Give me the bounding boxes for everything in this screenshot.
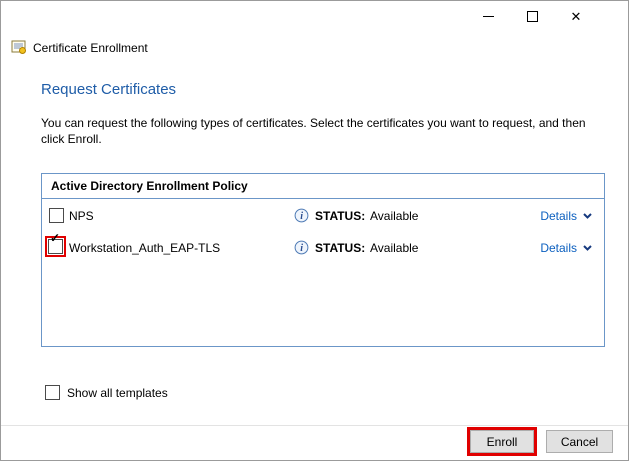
template-name: Workstation_Auth_EAP-TLS xyxy=(69,241,220,255)
annotation-highlight-checkbox xyxy=(45,236,66,257)
enroll-button[interactable]: Enroll xyxy=(470,430,534,453)
details-link[interactable]: Details xyxy=(540,241,592,255)
page-title: Request Certificates xyxy=(41,81,176,98)
certificate-enrollment-window: ✕ Certificate Enrollment Request Certifi… xyxy=(0,0,629,461)
status-label: STATUS: xyxy=(315,241,365,255)
cancel-button[interactable]: Cancel xyxy=(546,430,613,453)
chevron-down-icon xyxy=(583,213,592,219)
certificate-icon xyxy=(11,39,27,55)
close-icon: ✕ xyxy=(571,10,582,23)
status-label: STATUS: xyxy=(315,209,365,223)
template-row-nps[interactable]: NPS i STATUS: Available Details xyxy=(42,204,604,228)
enrollment-policy-panel: Active Directory Enrollment Policy NPS i… xyxy=(41,173,605,347)
details-link[interactable]: Details xyxy=(540,209,592,223)
template-row-workstation-auth[interactable]: Workstation_Auth_EAP-TLS i STATUS: Avail… xyxy=(42,236,604,260)
maximize-button[interactable] xyxy=(517,3,547,29)
minimize-button[interactable] xyxy=(473,3,503,29)
page-description: You can request the following types of c… xyxy=(41,115,601,147)
details-label: Details xyxy=(540,241,577,255)
show-all-templates-row: Show all templates xyxy=(45,385,168,400)
policy-panel-header: Active Directory Enrollment Policy xyxy=(42,174,604,199)
show-all-templates-label: Show all templates xyxy=(67,386,168,400)
maximize-icon xyxy=(527,11,538,22)
close-button[interactable]: ✕ xyxy=(561,3,591,29)
footer-divider xyxy=(1,425,628,426)
info-circle-icon: i xyxy=(294,240,309,255)
svg-text:i: i xyxy=(300,243,303,254)
chevron-down-icon xyxy=(583,245,592,251)
window-title: Certificate Enrollment xyxy=(33,41,148,55)
info-circle-icon: i xyxy=(294,208,309,223)
show-all-templates-checkbox[interactable] xyxy=(45,385,60,400)
nps-checkbox[interactable] xyxy=(49,208,64,223)
workstation-auth-checkbox[interactable] xyxy=(48,239,63,254)
status-value: Available xyxy=(370,241,418,255)
template-name: NPS xyxy=(69,209,94,223)
svg-text:i: i xyxy=(300,211,303,222)
minimize-icon xyxy=(483,16,494,17)
status-value: Available xyxy=(370,209,418,223)
details-label: Details xyxy=(540,209,577,223)
